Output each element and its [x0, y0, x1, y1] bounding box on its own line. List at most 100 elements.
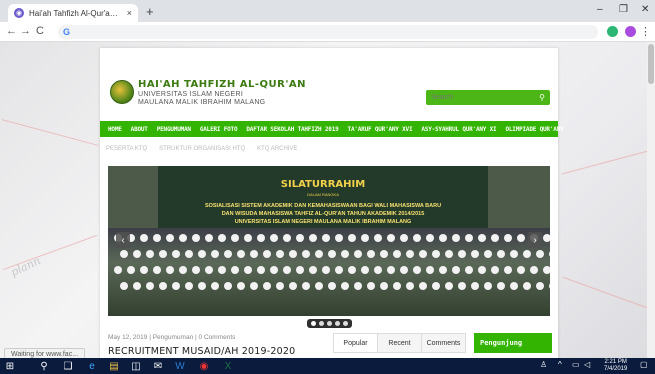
photo-figure — [315, 282, 323, 290]
photo-figure — [361, 234, 369, 242]
address-bar[interactable]: G — [58, 25, 598, 39]
new-tab-button[interactable]: + — [146, 4, 154, 19]
photo-figure — [211, 282, 219, 290]
site-logo[interactable] — [110, 80, 134, 104]
tab-recent[interactable]: Recent — [378, 334, 422, 352]
photo-figure — [504, 234, 512, 242]
store-icon[interactable]: ◫ — [130, 360, 142, 372]
tab-close-icon[interactable]: × — [127, 8, 132, 18]
excel-icon[interactable]: X — [222, 360, 234, 372]
photo-figure — [471, 250, 479, 258]
photo-figure — [549, 282, 550, 290]
photo-figure — [406, 282, 414, 290]
task-view-icon[interactable]: ❑ — [62, 360, 74, 372]
photo-figure — [335, 266, 343, 274]
nav-item-pengumuman[interactable]: PENGUMUMAN — [157, 126, 191, 133]
nav-item-taaruf[interactable]: TA'ARUF QUR'ANY XVI — [348, 126, 413, 133]
background-decoration — [561, 150, 649, 175]
search-box[interactable]: ⚲ — [426, 90, 550, 105]
photo-figure — [231, 266, 239, 274]
slider-prev-button[interactable]: ‹ — [116, 232, 130, 248]
scrollbar-thumb[interactable] — [648, 44, 654, 84]
subnav-item-archive[interactable]: KTQ ARCHIVE — [257, 146, 297, 152]
photo-figure — [380, 250, 388, 258]
photo-figure — [367, 282, 375, 290]
banner-subtitle: DALAM RANGKA — [307, 192, 339, 197]
background-decoration — [1, 119, 99, 146]
photo-figure — [263, 282, 271, 290]
maximize-button[interactable]: ❐ — [619, 4, 628, 15]
search-input[interactable] — [431, 94, 540, 101]
notifications-icon[interactable]: ▢ — [640, 360, 648, 369]
nav-item-asy-syahrul[interactable]: ASY-SYAHRUL QUR'ANY XI — [421, 126, 496, 133]
minimize-button[interactable]: – — [597, 4, 603, 15]
image-slider[interactable]: SILATURRAHIM DALAM RANGKA SOSIALISASI SI… — [108, 166, 550, 316]
photo-figure — [114, 266, 122, 274]
nav-item-olimpiade[interactable]: OLIMPIADE QUR'ANY — [505, 126, 563, 133]
photo-figure — [413, 266, 421, 274]
edge-icon[interactable]: e — [86, 360, 98, 372]
search-icon[interactable]: ⚲ — [38, 360, 50, 372]
search-icon[interactable]: ⚲ — [539, 93, 545, 102]
browser-menu-icon[interactable]: ⋮ — [640, 25, 651, 38]
photo-figure — [523, 282, 531, 290]
file-explorer-icon[interactable]: ▤ — [108, 360, 120, 372]
slider-dot[interactable] — [310, 320, 316, 326]
slider-dot[interactable] — [342, 320, 348, 326]
people-icon[interactable]: ♙ — [540, 360, 547, 369]
slider-dot[interactable] — [326, 320, 332, 326]
photo-figure — [491, 234, 499, 242]
photo-figure — [198, 282, 206, 290]
start-icon[interactable]: ⊞ — [4, 360, 16, 372]
profile-avatar-icon[interactable] — [625, 26, 636, 37]
photo-figure — [400, 266, 408, 274]
nav-item-home[interactable]: HOME — [108, 126, 122, 133]
subnav-item-peserta[interactable]: PESERTA KTQ — [106, 146, 147, 152]
photo-figure — [341, 250, 349, 258]
word-icon[interactable]: W — [174, 360, 186, 372]
photo-figure — [504, 266, 512, 274]
nav-item-galeri-foto[interactable]: GALERI FOTO — [200, 126, 238, 133]
chrome-icon[interactable]: ◉ — [198, 360, 210, 372]
slider-dot[interactable] — [334, 320, 340, 326]
vertical-scrollbar[interactable] — [647, 42, 655, 358]
volume-icon[interactable]: ◁ — [584, 360, 590, 369]
close-window-button[interactable]: ✕ — [641, 4, 649, 15]
post-comments[interactable]: 0 Comments — [199, 334, 236, 341]
post-date: May 12, 2019 — [108, 334, 148, 341]
photo-figure — [517, 234, 525, 242]
nav-item-daftar-sekolah[interactable]: DAFTAR SEKOLAH TAHFIZH 2019 — [246, 126, 338, 133]
photo-figure — [185, 250, 193, 258]
photo-figure — [309, 234, 317, 242]
photo-figure — [478, 266, 486, 274]
photo-figure — [120, 282, 128, 290]
subnav-item-struktur[interactable]: STRUKTUR ORGANISASI HTQ — [159, 146, 245, 152]
post-title[interactable]: RECRUITMENT MUSAID/AH 2019-2020 — [108, 346, 295, 357]
photo-figure — [140, 234, 148, 242]
tab-comments[interactable]: Comments — [422, 334, 465, 352]
photo-figure — [458, 250, 466, 258]
extension-icon[interactable] — [607, 26, 618, 37]
photo-figure — [146, 282, 154, 290]
tray-chevron-icon[interactable]: ^ — [558, 360, 562, 369]
mail-icon[interactable]: ✉ — [152, 360, 164, 372]
photo-figure — [289, 250, 297, 258]
tab-popular[interactable]: Popular — [334, 334, 378, 352]
photo-figure — [133, 250, 141, 258]
reload-button[interactable]: C — [36, 25, 44, 37]
nav-item-about[interactable]: ABOUT — [131, 126, 148, 133]
slider-next-button[interactable]: › — [528, 232, 542, 248]
back-button[interactable]: ← — [6, 25, 17, 37]
widget-title: Pengunjung — [480, 339, 523, 347]
photo-figure — [426, 234, 434, 242]
slider-dot[interactable] — [318, 320, 324, 326]
photo-figure — [218, 266, 226, 274]
browser-tab[interactable]: ◉ Hai'ah Tahfizh Al-Qur'an | Mewuj × — [8, 4, 138, 22]
post-category[interactable]: Pengumuman — [153, 334, 193, 341]
network-icon[interactable]: ▭ — [572, 360, 580, 369]
photo-figure — [140, 266, 148, 274]
photo-figure — [458, 282, 466, 290]
system-clock[interactable]: 2:21 PM 7/4/2019 — [604, 359, 627, 373]
forward-button[interactable]: → — [20, 25, 31, 37]
site-title[interactable]: HAI'AH TAHFIZH AL-QUR'AN — [138, 79, 306, 90]
